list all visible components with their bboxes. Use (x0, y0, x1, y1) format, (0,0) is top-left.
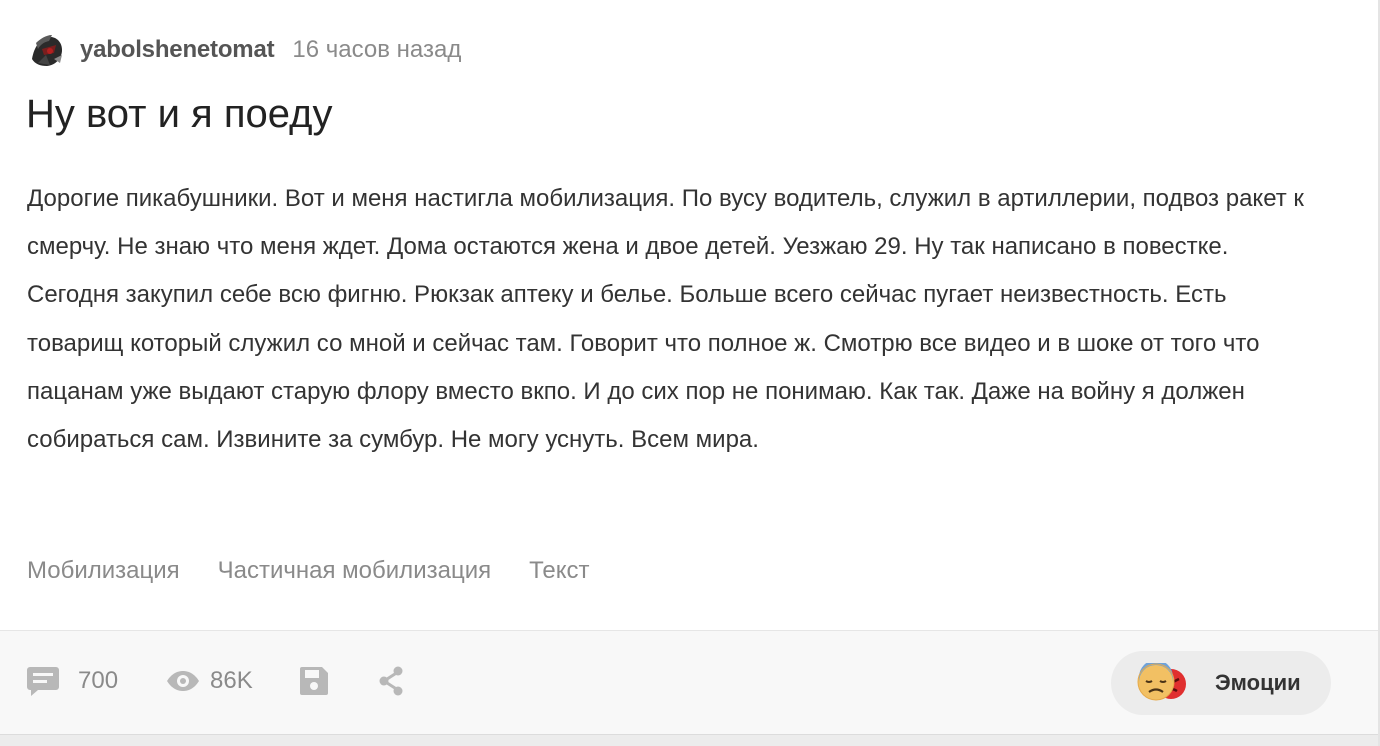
story-header: yabolshenetomat 16 часов назад (26, 28, 461, 72)
comments-button[interactable]: 700 (26, 665, 118, 697)
card-bottom-divider (0, 734, 1378, 746)
share-icon (377, 666, 405, 696)
story-text: Дорогие пикабушники. Вот и меня настигла… (27, 185, 1304, 454)
eye-icon (166, 670, 200, 692)
post-time: 16 часов назад (292, 36, 462, 63)
views-indicator: 86K (166, 667, 253, 695)
comments-count: 700 (78, 667, 119, 694)
tag-item[interactable]: Частичная мобилизация (218, 552, 491, 590)
emotions-button[interactable]: Эмоции (1111, 651, 1331, 715)
story-title[interactable]: Ну вот и я поеду (26, 88, 332, 140)
author-name[interactable]: yabolshenetomat (80, 36, 275, 64)
tag-item[interactable]: Мобилизация (27, 552, 180, 590)
story-actions: 700 86K (26, 665, 405, 697)
save-icon (299, 666, 329, 696)
tag-list: Мобилизация Частичная мобилизация Текст (27, 552, 590, 590)
author-avatar[interactable] (26, 29, 68, 71)
story-footer: 700 86K Эмоции (0, 630, 1378, 735)
comment-icon (26, 665, 60, 697)
save-button[interactable] (299, 666, 329, 696)
emotions-label: Эмоции (1215, 670, 1301, 695)
story-card: yabolshenetomat 16 часов назад Ну вот и … (0, 0, 1380, 746)
share-button[interactable] (377, 666, 405, 696)
emotions-emoji-group (1137, 660, 1197, 706)
views-count: 86K (210, 667, 253, 694)
sad-face-emoji-icon (1137, 660, 1175, 706)
tag-item[interactable]: Текст (529, 552, 589, 590)
